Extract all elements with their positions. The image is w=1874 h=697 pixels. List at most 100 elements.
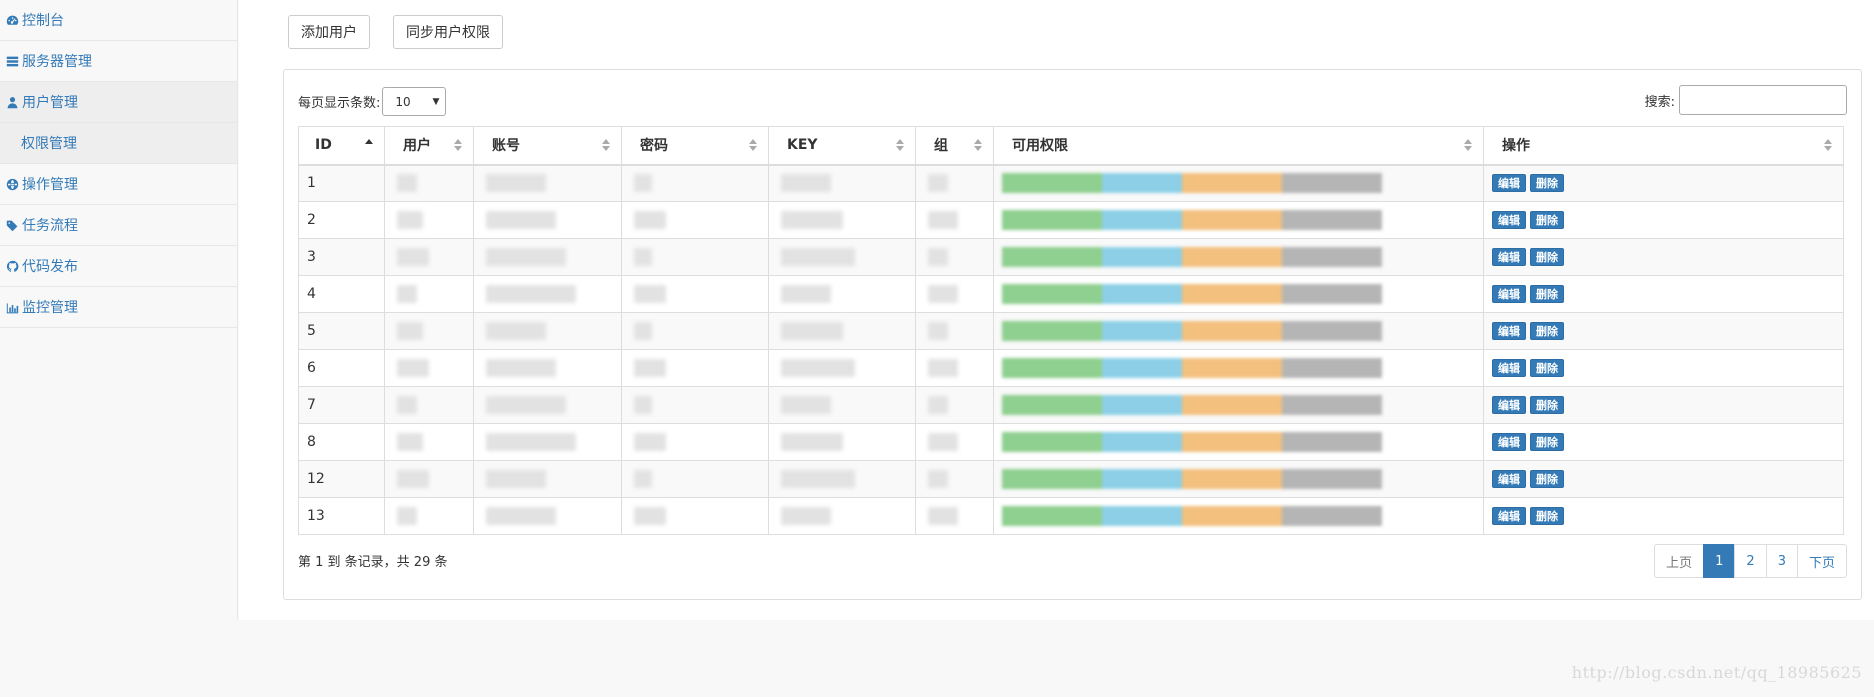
cell-user: [384, 349, 474, 387]
table-row: 6 编辑 删除: [298, 349, 1844, 387]
page-button-1[interactable]: 1: [1703, 544, 1736, 578]
delete-button[interactable]: 删除: [1530, 470, 1564, 488]
column-header-label: ID: [315, 137, 332, 154]
redacted-block: [634, 396, 652, 414]
cell-actions: 编辑 删除: [1483, 497, 1844, 535]
permission-labels-redacted: [1002, 432, 1483, 452]
cell-actions: 编辑 删除: [1483, 238, 1844, 276]
delete-button[interactable]: 删除: [1530, 433, 1564, 451]
redacted-block: [781, 507, 831, 525]
cell-id: 6: [298, 349, 385, 387]
page-button-2[interactable]: 2: [1734, 544, 1767, 578]
table-row: 8 编辑 删除: [298, 423, 1844, 461]
redacted-block: [781, 359, 855, 377]
sort-both-icon: [454, 139, 462, 151]
sidebar-item-label: 服务器管理: [22, 54, 92, 70]
edit-button[interactable]: 编辑: [1492, 470, 1526, 488]
sidebar-item-users[interactable]: 用户管理: [0, 82, 237, 123]
cell-permissions: [993, 349, 1484, 387]
cell-id: 3: [298, 238, 385, 276]
delete-button[interactable]: 删除: [1530, 507, 1564, 525]
column-header[interactable]: KEY: [768, 126, 916, 166]
cell-permissions: [993, 201, 1484, 239]
permission-label: [1182, 247, 1282, 267]
sort-both-icon: [974, 139, 982, 151]
sidebar-item-monitoring[interactable]: 监控管理: [0, 287, 237, 328]
users-table: ID 用户 账号 密码 KEY 组可用权限 操作 1 编辑 删除 2 编辑 删除 3 编辑 删除 4 编辑 删除 5…: [298, 126, 1844, 535]
permission-label: [1002, 321, 1102, 341]
edit-button[interactable]: 编辑: [1492, 396, 1526, 414]
cell-user: [384, 201, 474, 239]
redacted-block: [634, 470, 652, 488]
edit-button[interactable]: 编辑: [1492, 211, 1526, 229]
redacted-block: [928, 396, 948, 414]
column-header-label: 组: [934, 138, 948, 155]
page-button-3[interactable]: 3: [1765, 544, 1798, 578]
sidebar-item-operations[interactable]: 操作管理: [0, 164, 237, 205]
next-page-button[interactable]: 下页: [1796, 544, 1847, 578]
redacted-block: [486, 396, 566, 414]
cell-permissions: [993, 312, 1484, 350]
edit-button[interactable]: 编辑: [1492, 322, 1526, 340]
sidebar-item-permissions[interactable]: 权限管理: [0, 123, 237, 164]
delete-button[interactable]: 删除: [1530, 248, 1564, 266]
search-input[interactable]: [1679, 85, 1847, 115]
redacted-block: [634, 359, 666, 377]
column-header[interactable]: 可用权限: [993, 126, 1484, 166]
table-row: 2 编辑 删除: [298, 201, 1844, 239]
cell-password: [621, 497, 769, 535]
redacted-block: [397, 248, 429, 266]
column-header-label: 用户: [403, 138, 431, 155]
sidebar-item-server[interactable]: 服务器管理: [0, 41, 237, 82]
permission-label: [1182, 173, 1282, 194]
column-header[interactable]: 账号: [473, 126, 622, 166]
column-header[interactable]: 用户: [384, 126, 474, 166]
permission-label: [1182, 395, 1282, 415]
delete-button[interactable]: 删除: [1530, 359, 1564, 377]
delete-button[interactable]: 删除: [1530, 285, 1564, 303]
delete-button[interactable]: 删除: [1530, 211, 1564, 229]
permission-label: [1182, 506, 1282, 526]
cell-permissions: [993, 164, 1484, 202]
delete-button[interactable]: 删除: [1530, 322, 1564, 340]
table-row: 13 编辑 删除: [298, 497, 1844, 535]
sidebar-item-dashboard[interactable]: 控制台: [0, 0, 237, 41]
sort-both-icon: [1464, 139, 1472, 151]
delete-button[interactable]: 删除: [1530, 174, 1564, 193]
permission-label: [1002, 432, 1102, 452]
permission-label: [1002, 506, 1102, 526]
permission-labels-redacted: [1002, 358, 1483, 378]
edit-button[interactable]: 编辑: [1492, 507, 1526, 525]
edit-button[interactable]: 编辑: [1492, 174, 1526, 193]
cell-user: [384, 460, 474, 498]
redacted-block: [781, 396, 831, 414]
sidebar-item-deploy[interactable]: 代码发布: [0, 246, 237, 287]
column-header[interactable]: 操作: [1483, 126, 1844, 166]
prev-page-button[interactable]: 上页: [1654, 544, 1705, 578]
column-header[interactable]: 密码: [621, 126, 769, 166]
sync-permissions-button[interactable]: 同步用户权限: [393, 15, 503, 49]
page-length-select[interactable]: 10 ▼: [382, 87, 447, 116]
edit-button[interactable]: 编辑: [1492, 359, 1526, 377]
permission-label: [1002, 173, 1102, 194]
add-user-button[interactable]: 添加用户: [288, 15, 370, 49]
table-row: 7 编辑 删除: [298, 386, 1844, 424]
cell-group: [915, 238, 994, 276]
sort-both-icon: [602, 139, 610, 151]
permission-label: [1102, 432, 1182, 452]
redacted-block: [781, 285, 831, 303]
cell-key: [768, 275, 916, 313]
edit-button[interactable]: 编辑: [1492, 433, 1526, 451]
cell-actions: 编辑 删除: [1483, 201, 1844, 239]
delete-button[interactable]: 删除: [1530, 396, 1564, 414]
permission-labels-redacted: [1002, 284, 1483, 304]
sidebar-item-tasks[interactable]: 任务流程: [0, 205, 237, 246]
edit-button[interactable]: 编辑: [1492, 248, 1526, 266]
cell-group: [915, 201, 994, 239]
edit-button[interactable]: 编辑: [1492, 285, 1526, 303]
redacted-block: [928, 248, 948, 266]
permission-label: [1102, 173, 1182, 194]
column-header[interactable]: ID: [298, 126, 385, 166]
cell-actions: 编辑 删除: [1483, 423, 1844, 461]
column-header[interactable]: 组: [915, 126, 994, 166]
